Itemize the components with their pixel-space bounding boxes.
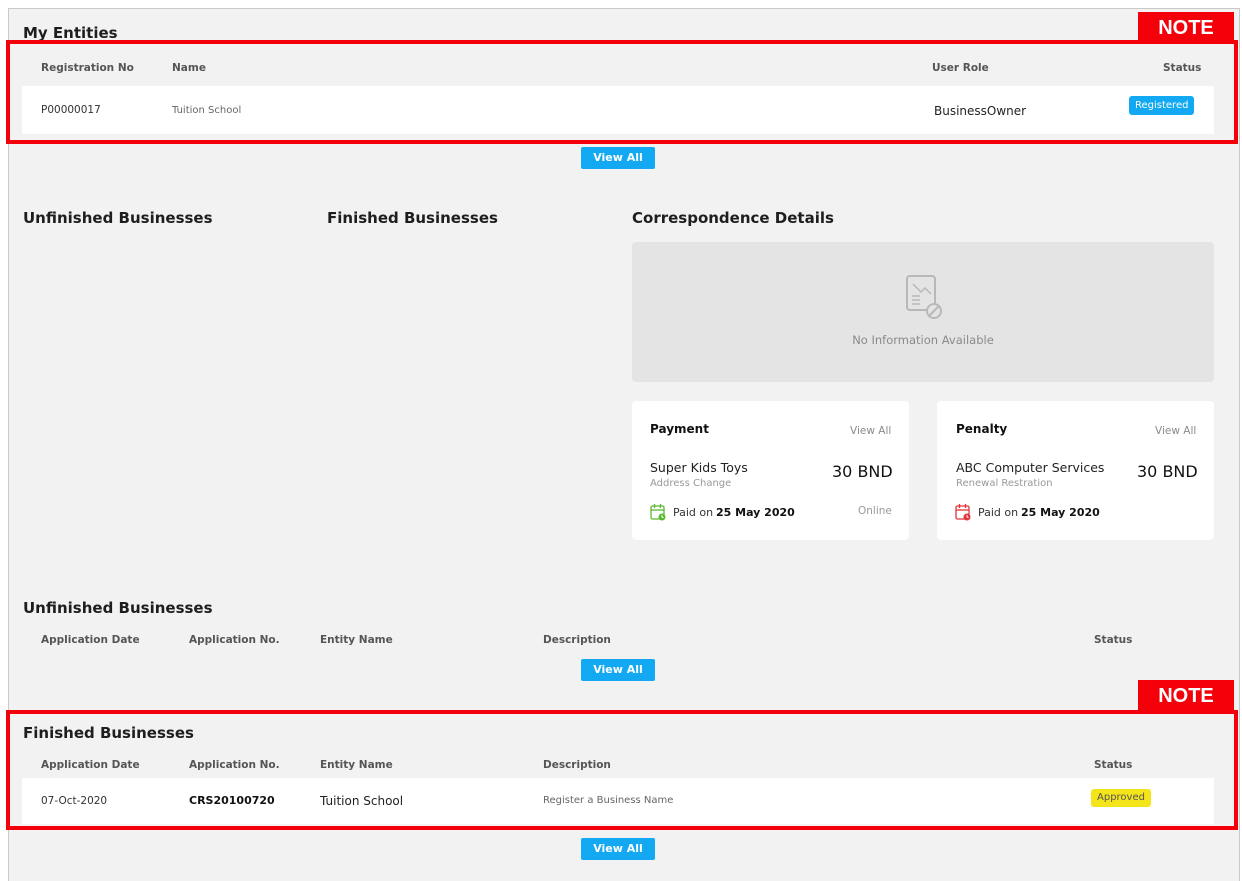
- penalty-paid-on-label: Paid on: [978, 506, 1019, 519]
- payment-view-all-link[interactable]: View All: [850, 425, 891, 437]
- col-application-no: Application No.: [189, 634, 280, 646]
- penalty-paid-date: 25 May 2020: [1021, 506, 1100, 519]
- finished-businesses-heading: Finished Businesses: [327, 209, 498, 227]
- unfinished-businesses-heading: Unfinished Businesses: [23, 209, 213, 227]
- no-document-icon: [906, 275, 942, 319]
- finished-view-all-button[interactable]: View All: [581, 838, 655, 860]
- payment-card: Payment View All Super Kids Toys Address…: [632, 401, 909, 540]
- payment-entity-sub: Address Change: [650, 478, 732, 489]
- entities-view-all-button[interactable]: View All: [581, 147, 655, 169]
- col-status: Status: [1094, 634, 1133, 646]
- payment-entity-name: Super Kids Toys: [650, 460, 748, 475]
- correspondence-details-heading: Correspondence Details: [632, 209, 834, 227]
- calendar-paid-icon: [650, 504, 666, 521]
- payment-method: Online: [858, 505, 892, 517]
- penalty-view-all-link[interactable]: View All: [1155, 425, 1196, 437]
- penalty-amount: 30 BND: [1137, 462, 1198, 481]
- penalty-entity-name: ABC Computer Services: [956, 460, 1105, 475]
- note-highlight-entities: [6, 40, 1238, 144]
- penalty-card: Penalty View All ABC Computer Services R…: [937, 401, 1214, 540]
- penalty-card-title: Penalty: [956, 422, 1008, 436]
- correspondence-empty-state: No Information Available: [632, 242, 1214, 382]
- unfinished-businesses-title: Unfinished Businesses: [23, 599, 213, 617]
- calendar-penalty-icon: [955, 504, 971, 521]
- note-tag: NOTE: [1138, 680, 1234, 712]
- penalty-entity-sub: Renewal Restration: [956, 478, 1053, 489]
- note-tag: NOTE: [1138, 12, 1234, 44]
- col-application-date: Application Date: [41, 634, 140, 646]
- unfinished-view-all-button[interactable]: View All: [581, 659, 655, 681]
- payment-paid-on-label: Paid on: [673, 506, 714, 519]
- note-highlight-finished: [6, 710, 1238, 830]
- payment-paid-date: 25 May 2020: [716, 506, 795, 519]
- col-entity-name: Entity Name: [320, 634, 393, 646]
- col-description: Description: [543, 634, 611, 646]
- no-information-text: No Information Available: [852, 333, 994, 347]
- payment-card-title: Payment: [650, 422, 709, 436]
- payment-amount: 30 BND: [832, 462, 893, 481]
